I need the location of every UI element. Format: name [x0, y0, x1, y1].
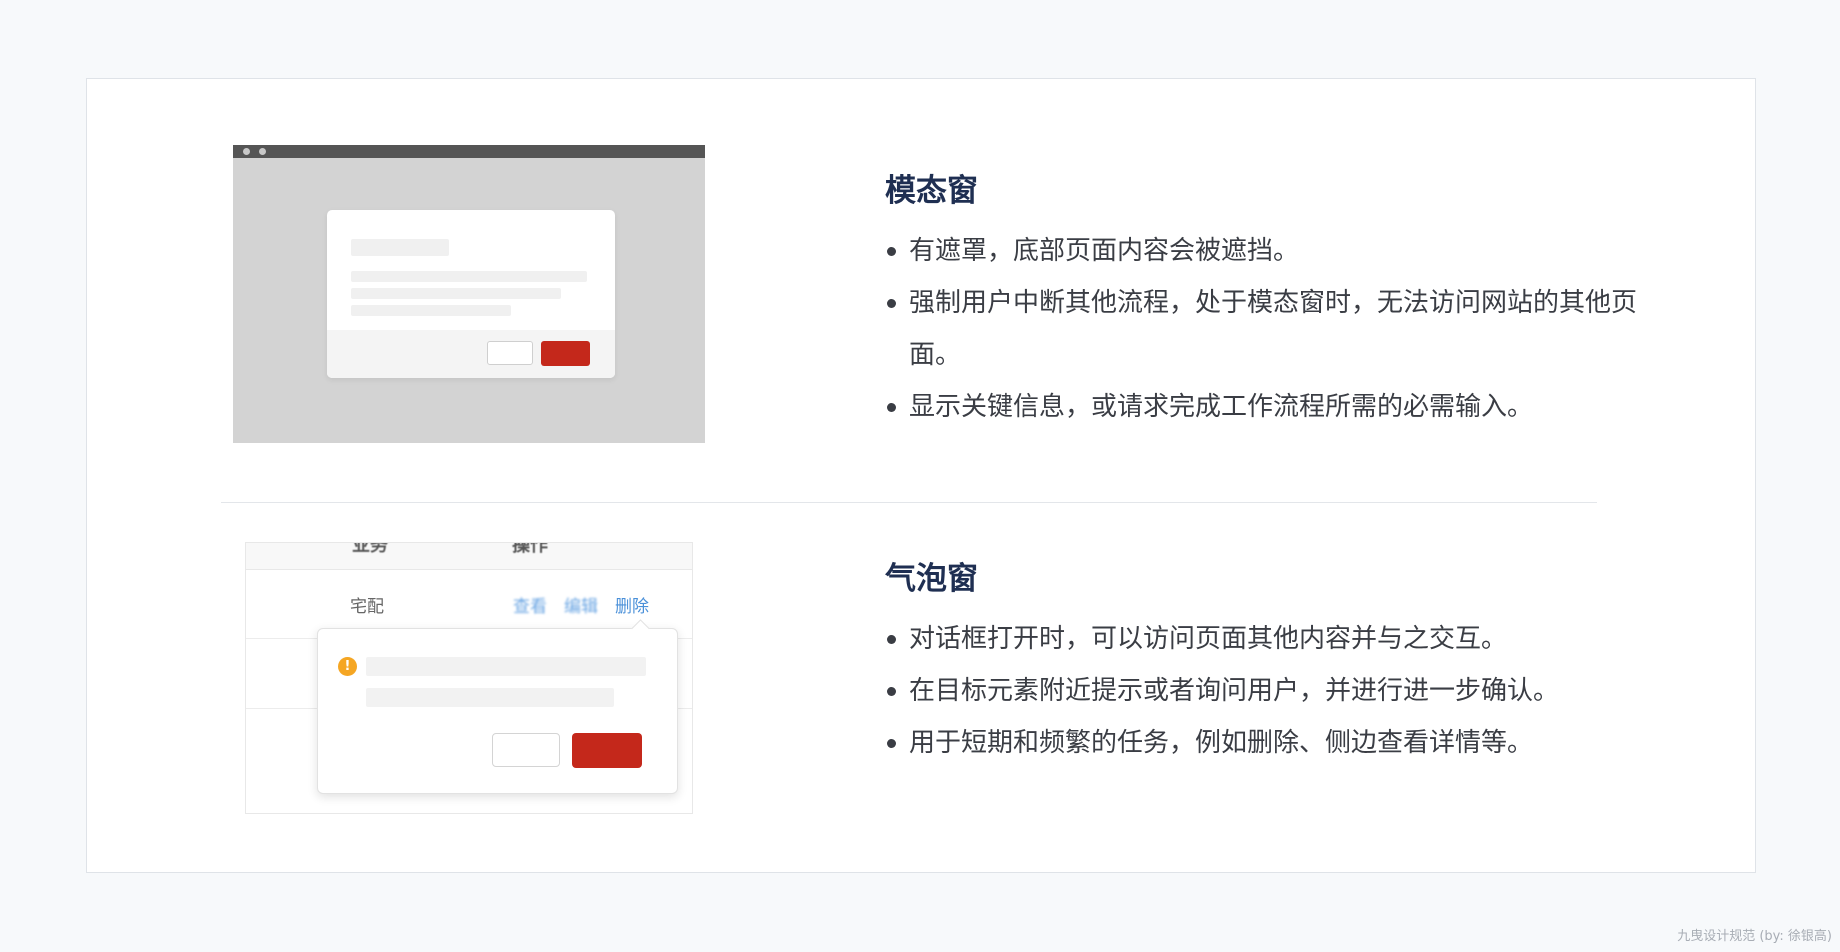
- popover-illustration: 业务 操作 宅配 查看 编辑 删除 !: [245, 542, 693, 814]
- warning-icon: !: [338, 657, 357, 676]
- window-dot-icon: [259, 148, 266, 155]
- mock-confirm-button: [541, 341, 590, 366]
- mock-header-cell: 操作: [512, 542, 548, 556]
- popover-arrow: [631, 619, 650, 638]
- mock-title-placeholder: [351, 239, 449, 256]
- mock-text-placeholder: [366, 657, 646, 676]
- popover-bullet-list: 对话框打开时，可以访问页面其他内容并与之交互。 在目标元素附近提示或者询问用户，…: [885, 613, 1665, 769]
- watermark-credit: 九曳设计规范 (by: 徐银高): [1677, 929, 1832, 944]
- mock-text-placeholder: [351, 271, 587, 282]
- section-title-popover: 气泡窗: [885, 561, 978, 597]
- browser-titlebar: [233, 145, 705, 158]
- modal-description: 模态窗 有遮罩，底部页面内容会被遮挡。 强制用户中断其他流程，处于模态窗时，无法…: [885, 171, 1665, 433]
- content-card: 模态窗 有遮罩，底部页面内容会被遮挡。 强制用户中断其他流程，处于模态窗时，无法…: [86, 78, 1756, 873]
- window-dot-icon: [243, 148, 250, 155]
- mock-row-label: 宅配: [350, 597, 384, 617]
- mock-delete-link: 删除: [615, 597, 649, 617]
- mock-cancel-button: [492, 733, 560, 767]
- mock-view-link: 查看: [513, 597, 547, 617]
- bullet-item: 对话框打开时，可以访问页面其他内容并与之交互。: [885, 613, 1665, 665]
- modal-illustration: [233, 145, 705, 443]
- bullet-item: 用于短期和频繁的任务，例如删除、侧边查看详情等。: [885, 717, 1665, 769]
- mock-edit-link: 编辑: [564, 597, 598, 617]
- bullet-item: 显示关键信息，或请求完成工作流程所需的必需输入。: [885, 381, 1665, 433]
- section-title-modal: 模态窗: [885, 173, 978, 209]
- mock-table-header: 业务 操作: [246, 543, 692, 570]
- mock-popover: !: [317, 619, 678, 794]
- mock-dialog-footer: [327, 330, 615, 378]
- bullet-item: 在目标元素附近提示或者询问用户，并进行进一步确认。: [885, 665, 1665, 717]
- bullet-item: 强制用户中断其他流程，处于模态窗时，无法访问网站的其他页面。: [885, 277, 1649, 381]
- section-divider: [221, 502, 1597, 503]
- mock-cancel-button: [487, 341, 533, 365]
- mock-confirm-button: [572, 733, 642, 768]
- mock-text-placeholder: [366, 688, 614, 707]
- bullet-item: 有遮罩，底部页面内容会被遮挡。: [885, 225, 1665, 277]
- mock-text-placeholder: [351, 288, 561, 299]
- mock-modal-dialog: [327, 210, 615, 378]
- modal-bullet-list: 有遮罩，底部页面内容会被遮挡。 强制用户中断其他流程，处于模态窗时，无法访问网站…: [885, 225, 1665, 433]
- popover-description: 气泡窗 对话框打开时，可以访问页面其他内容并与之交互。 在目标元素附近提示或者询…: [885, 559, 1665, 769]
- mock-header-cell: 业务: [352, 542, 388, 556]
- mock-text-placeholder: [351, 305, 511, 316]
